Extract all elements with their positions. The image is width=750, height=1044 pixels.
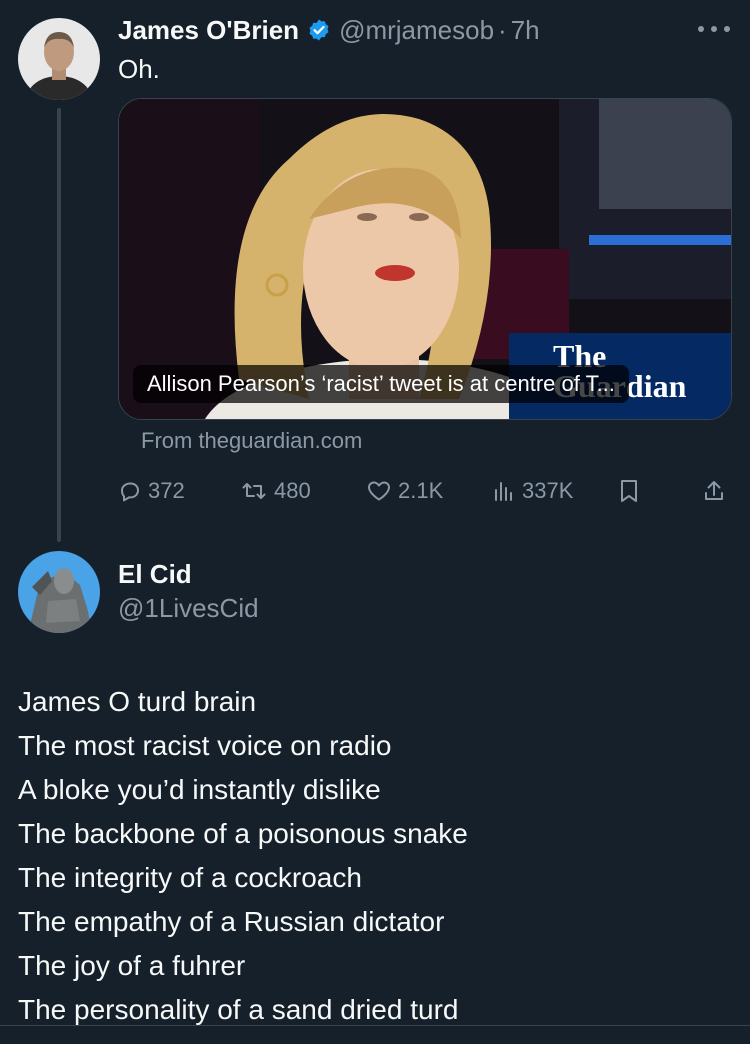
like-count: 2.1K <box>398 478 444 503</box>
thread-line <box>57 108 61 542</box>
divider <box>0 1025 750 1026</box>
retweet-button[interactable]: 480 <box>240 474 311 508</box>
bookmark-button[interactable] <box>618 474 646 508</box>
retweet-count: 480 <box>274 478 311 503</box>
reply-line: The empathy of a Russian dictator <box>18 906 445 937</box>
verified-badge-icon <box>307 18 331 42</box>
reply-line: The joy of a fuhrer <box>18 950 246 981</box>
views-count: 337K <box>522 478 574 503</box>
separator: · <box>498 14 507 45</box>
reply-author-handle[interactable]: @1LivesCid <box>118 593 259 624</box>
author-name[interactable]: James O'Brien <box>118 15 299 46</box>
views-button[interactable]: 337K <box>492 474 573 508</box>
reply-count: 372 <box>148 478 185 503</box>
reply-line: A bloke you’d instantly dislike <box>18 774 381 805</box>
share-button[interactable] <box>702 474 732 508</box>
more-icon[interactable] <box>698 17 730 41</box>
timestamp[interactable]: 7h <box>511 15 540 46</box>
reply-line: The backbone of a poisonous snake <box>18 818 468 849</box>
views-icon <box>495 482 512 501</box>
link-card[interactable]: The Guardian Allison Pearson’s ‘racist’ … <box>118 98 732 420</box>
action-bar: 372 480 2.1K 337K <box>118 474 732 508</box>
reply-line: James O turd brain <box>18 686 257 717</box>
reply-author-avatar[interactable] <box>18 551 100 633</box>
reply-button[interactable]: 372 <box>118 474 185 508</box>
heart-icon <box>368 481 390 501</box>
bookmark-icon <box>621 480 637 502</box>
author-avatar[interactable] <box>18 18 100 100</box>
reply-line: The integrity of a cockroach <box>18 862 362 893</box>
reply-author-name[interactable]: El Cid <box>118 559 192 590</box>
retweet-icon <box>242 483 266 499</box>
reply-icon <box>121 482 139 502</box>
author-handle[interactable]: @mrjamesob <box>339 15 494 46</box>
reply-line: The most racist voice on radio <box>18 730 392 761</box>
card-source[interactable]: From theguardian.com <box>141 428 362 454</box>
share-icon <box>705 481 723 500</box>
like-button[interactable]: 2.1K <box>366 474 443 508</box>
tweet-header: James O'Brien @mrjamesob · 7h <box>118 14 540 46</box>
reply-text: James O turd brain The most racist voice… <box>18 680 738 1032</box>
tweet-text: Oh. <box>118 54 160 84</box>
card-caption: Allison Pearson’s ‘racist’ tweet is at c… <box>133 365 629 403</box>
